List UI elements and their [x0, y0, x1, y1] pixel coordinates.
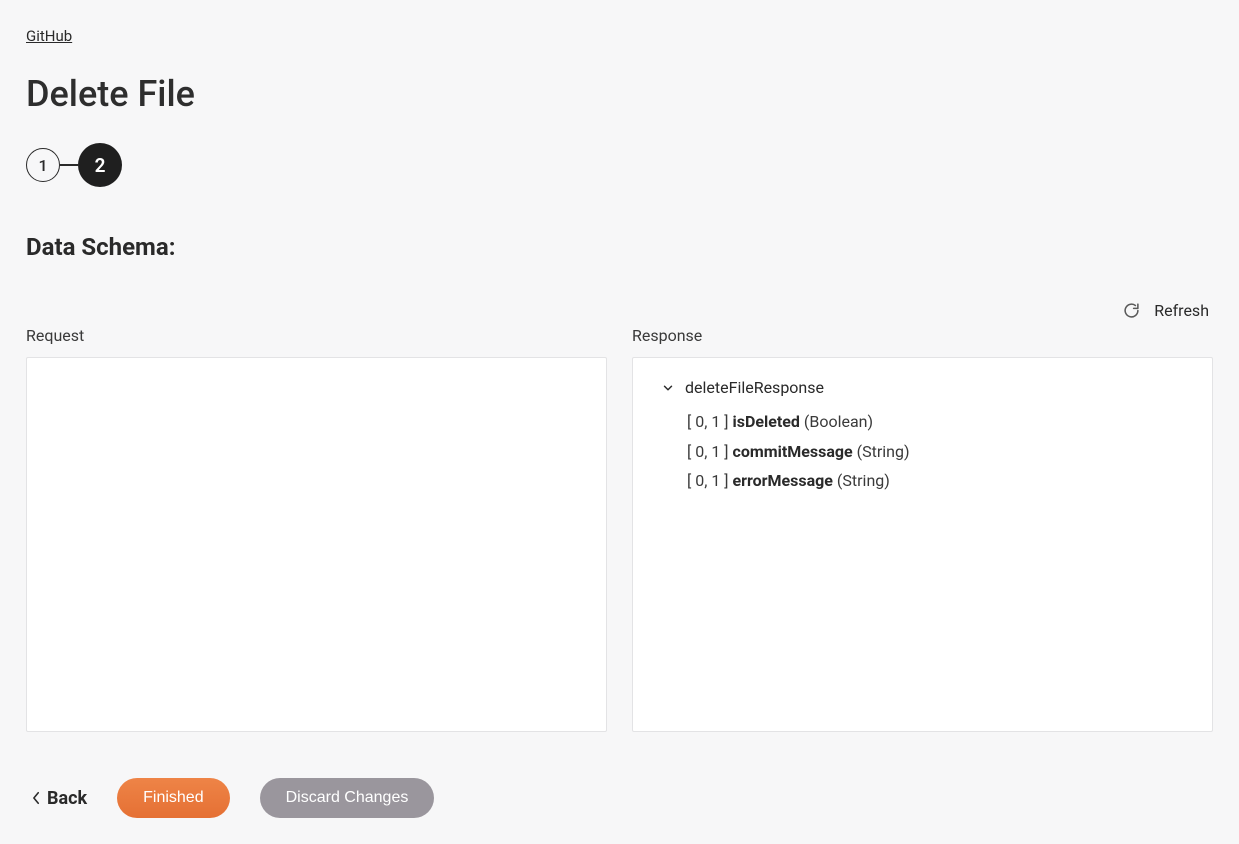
- step-connector: [60, 164, 78, 166]
- field-type: (String): [837, 471, 890, 490]
- field-name: commitMessage: [733, 442, 853, 461]
- field-type: (Boolean): [804, 412, 873, 431]
- field-name: isDeleted: [733, 412, 800, 431]
- field-cardinality: [ 0, 1 ]: [687, 442, 729, 461]
- stepper: 1 2: [26, 143, 1213, 187]
- response-field-row: [ 0, 1 ] isDeleted (Boolean): [687, 407, 1184, 437]
- step-1[interactable]: 1: [26, 148, 60, 182]
- response-field-row: [ 0, 1 ] commitMessage (String): [687, 437, 1184, 467]
- refresh-icon[interactable]: [1123, 302, 1140, 319]
- page-title: Delete File: [26, 73, 1213, 115]
- request-panel-label: Request: [26, 326, 607, 345]
- back-label: Back: [47, 788, 87, 809]
- finished-button[interactable]: Finished: [117, 778, 229, 818]
- response-panel: deleteFileResponse [ 0, 1 ] isDeleted (B…: [632, 357, 1213, 732]
- field-type: (String): [857, 442, 910, 461]
- chevron-left-icon: [32, 791, 41, 805]
- response-panel-label: Response: [632, 326, 1213, 345]
- field-name: errorMessage: [733, 471, 833, 490]
- breadcrumb-parent-link[interactable]: GitHub: [26, 27, 72, 45]
- field-cardinality: [ 0, 1 ]: [687, 412, 729, 431]
- step-2[interactable]: 2: [78, 143, 122, 187]
- response-root-name: deleteFileResponse: [685, 378, 824, 397]
- discard-changes-button[interactable]: Discard Changes: [260, 778, 435, 818]
- response-tree-root[interactable]: deleteFileResponse: [661, 378, 1184, 397]
- chevron-down-icon: [661, 381, 675, 395]
- request-panel: [26, 357, 607, 732]
- back-button[interactable]: Back: [32, 788, 87, 809]
- data-schema-heading: Data Schema:: [26, 233, 1213, 261]
- response-field-row: [ 0, 1 ] errorMessage (String): [687, 466, 1184, 496]
- refresh-button[interactable]: Refresh: [1154, 301, 1209, 320]
- field-cardinality: [ 0, 1 ]: [687, 471, 729, 490]
